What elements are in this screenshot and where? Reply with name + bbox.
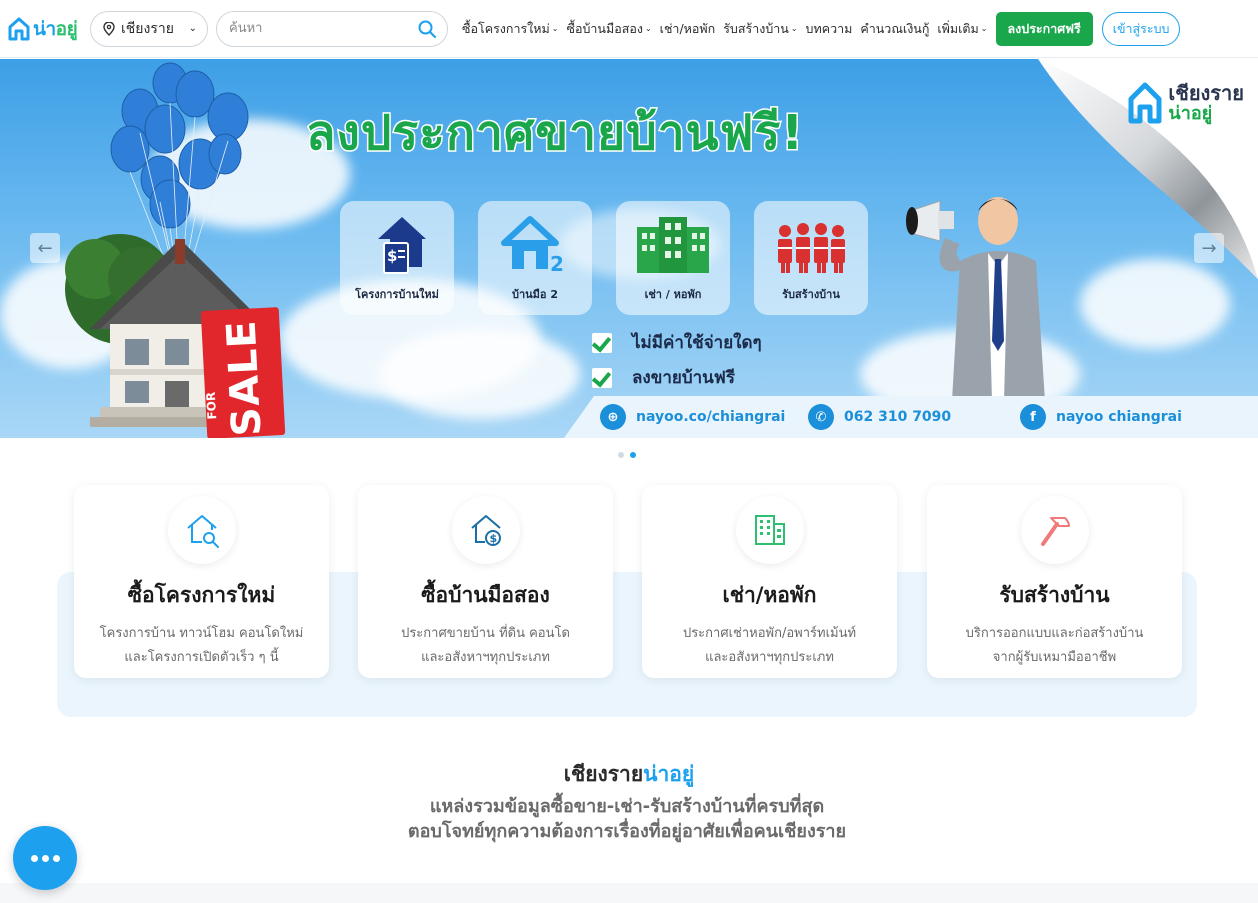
logo-house-icon	[1128, 82, 1162, 124]
banner-tile-new-projects: $ โครงการบ้านใหม่	[340, 201, 454, 315]
dot-icon	[30, 854, 38, 862]
category-card-rent[interactable]: เช่า/หอพัก ประกาศเช่าหอพัก/อพาร์ทเม้นท์แ…	[642, 485, 897, 678]
location-value: เชียงราย	[121, 20, 174, 37]
card-title: เช่า/หอพัก	[722, 583, 817, 607]
login-button[interactable]: เข้าสู่ระบบ	[1101, 11, 1181, 46]
carousel-dot-1[interactable]	[618, 452, 624, 458]
category-card-second-hand[interactable]: $ ซื้อบ้านมือสอง ประกาศขายบ้าน ที่ดิน คอ…	[358, 485, 613, 678]
svg-text:$: $	[489, 532, 497, 545]
svg-text:$: $	[387, 247, 397, 265]
main-nav: ซื้อโครงการใหม่ ⌄ ซื้อบ้านมือสอง ⌄ เช่า/หอ…	[462, 19, 988, 39]
for-sale-sign: SALE FOR	[200, 307, 286, 438]
top-header: น่าอยู่ เชียงราย ⌄ ซื้อโครงการใหม่⌄ ซื้อ…	[0, 0, 1258, 58]
card-icon-wrap	[1020, 496, 1089, 564]
construction-workers-icon	[778, 223, 845, 273]
carousel-next-button[interactable]: →	[1194, 233, 1224, 263]
card-icon-wrap	[735, 496, 804, 564]
search-input[interactable]	[229, 21, 417, 36]
chevron-down-icon: ⌄	[790, 24, 798, 33]
banner-check-no-fee: ไม่มีค่าใช้จ่ายใดๆ	[592, 329, 762, 356]
nav-more[interactable]: เพิ่มเติม ⌄	[937, 19, 987, 39]
banner-check-free-listing: ลงขายบ้านฟรี	[592, 364, 735, 391]
search-box	[216, 10, 448, 47]
banner-brand-logo: เชียงราย น่าอยู่	[1128, 81, 1244, 125]
post-free-button[interactable]: ลงประกาศฟรี	[995, 11, 1093, 46]
house-2-icon: 2	[501, 216, 564, 275]
chevron-down-icon: ⌄	[644, 24, 652, 33]
card-title: ซื้อบ้านมือสอง	[421, 583, 550, 607]
card-title: รับสร้างบ้าน	[999, 583, 1110, 607]
house-dollar-icon: $	[470, 515, 501, 546]
category-card-new-projects[interactable]: ซื้อโครงการใหม่ โครงการบ้าน ทาวน์โฮม คอน…	[74, 485, 329, 678]
banner-title: ลงประกาศขายบ้านฟรี!	[304, 104, 805, 163]
svg-text:2: 2	[550, 252, 564, 275]
checkmark-icon	[592, 367, 612, 388]
chevron-down-icon: ⌄	[551, 24, 559, 33]
dot-icon	[41, 854, 49, 862]
phone-icon: ✆	[808, 404, 834, 430]
hero-banner[interactable]: SALE FOR ลงประกาศขายบ้านฟรี! $ โครงการบ้…	[0, 59, 1258, 438]
card-title: ซื้อโครงการใหม่	[127, 583, 276, 607]
nav-articles[interactable]: บทความ	[806, 19, 853, 39]
banner-tile-second-hand: 2 บ้านมือ 2	[478, 201, 592, 315]
card-icon-wrap	[167, 496, 236, 564]
about-description: แหล่งรวมข้อมูลซื้อขาย-เช่า-รับสร้างบ้านท…	[407, 796, 847, 842]
nav-loan-calculator[interactable]: คำนวณเงินกู้	[860, 19, 929, 39]
banner-tile-rent: เช่า / หอพัก	[616, 201, 730, 315]
dot-icon	[52, 854, 60, 862]
contact-phone[interactable]: ✆ 062 310 7090	[808, 404, 1020, 430]
search-icon[interactable]	[417, 19, 437, 39]
carousel-prev-button[interactable]: ←	[30, 233, 60, 263]
businessman-megaphone-illustration	[906, 197, 1045, 401]
chevron-down-icon: ⌄	[980, 24, 988, 33]
house-search-icon	[186, 515, 219, 548]
hammer-icon	[1040, 517, 1070, 546]
contact-website[interactable]: ⊕ nayoo.co/chiangrai	[600, 404, 808, 430]
apartment-building-icon	[637, 217, 709, 273]
card-description: ประกาศเช่าหอพัก/อพาร์ทเม้นท์ และอสังหาฯทุ…	[682, 626, 857, 665]
card-description: โครงการบ้าน ทาวน์โฮม คอนโดใหม่ และโครงการ…	[99, 626, 304, 665]
map-pin-icon	[103, 21, 115, 36]
facebook-icon: f	[1020, 404, 1046, 430]
arrow-left-icon: ←	[37, 237, 53, 259]
chat-widget-button[interactable]	[13, 826, 77, 890]
banner-tile-build-house: รับสร้างบ้าน	[754, 201, 868, 315]
logo-house-icon	[8, 17, 30, 40]
location-select[interactable]: เชียงราย ⌄	[90, 10, 208, 47]
site-logo[interactable]: น่าอยู่	[8, 14, 86, 44]
banner-contact-bar: ⊕ nayoo.co/chiangrai ✆ 062 310 7090 f na…	[564, 396, 1258, 438]
next-section-strip	[0, 883, 1258, 903]
about-title: เชียงรายน่าอยู่	[563, 762, 695, 786]
card-description: บริการออกแบบและก่อสร้างบ้าน จากผู้รับเหมา…	[965, 626, 1144, 665]
card-icon-wrap: $	[451, 496, 520, 564]
nav-build-house[interactable]: รับสร้างบ้าน ⌄	[723, 19, 797, 39]
globe-icon: ⊕	[600, 404, 626, 430]
chevron-down-icon: ⌄	[188, 23, 197, 34]
house-document-icon: $	[378, 217, 426, 274]
building-icon	[754, 515, 785, 545]
arrow-right-icon: →	[1201, 237, 1217, 259]
carousel-dot-2[interactable]	[630, 452, 636, 458]
nav-buy-second-hand[interactable]: ซื้อบ้านมือสอง ⌄	[566, 19, 651, 39]
category-card-build-house[interactable]: รับสร้างบ้าน บริการออกแบบและก่อสร้างบ้าน…	[927, 485, 1182, 678]
nav-buy-new-projects[interactable]: ซื้อโครงการใหม่ ⌄	[462, 19, 558, 39]
card-description: ประกาศขายบ้าน ที่ดิน คอนโด และอสังหาฯทุกป…	[401, 626, 570, 665]
logo-text: น่าอยู่	[33, 17, 78, 40]
nav-rent[interactable]: เช่า/หอพัก	[660, 19, 716, 39]
checkmark-icon	[592, 332, 612, 353]
contact-facebook[interactable]: f nayoo chiangrai	[1020, 404, 1182, 430]
carousel-dots	[618, 452, 636, 458]
